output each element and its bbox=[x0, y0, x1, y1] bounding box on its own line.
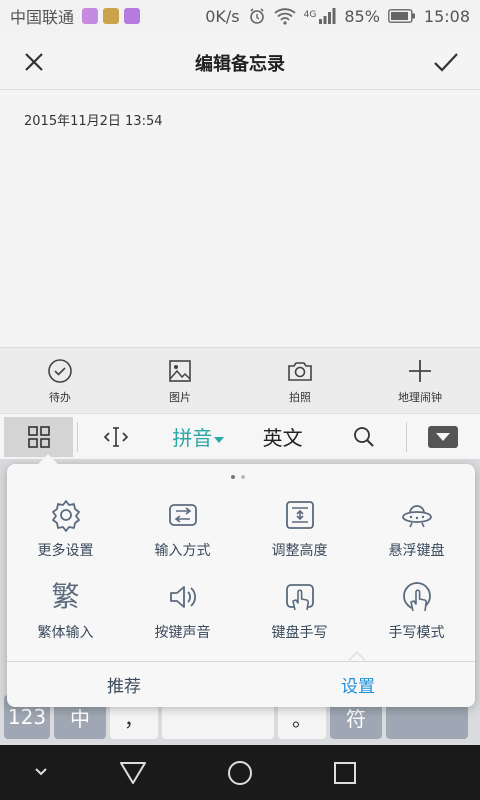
item-label: 输入方式 bbox=[154, 543, 211, 559]
signal-icon bbox=[319, 8, 336, 24]
handwriting-mode-icon bbox=[402, 582, 431, 612]
back-icon[interactable] bbox=[118, 760, 148, 786]
search-button[interactable] bbox=[322, 426, 405, 448]
pinyin-label: 拼音 bbox=[172, 426, 213, 450]
geo-alarm-button[interactable]: 地理闹钟 bbox=[360, 348, 480, 413]
input-method-button[interactable]: 输入方式 bbox=[124, 494, 241, 576]
plus-icon bbox=[409, 359, 431, 382]
ime-menu-button[interactable] bbox=[4, 416, 74, 457]
page-indicator bbox=[231, 475, 245, 479]
item-label: 键盘手写 bbox=[271, 625, 328, 641]
keyboard-handwriting-button[interactable]: 键盘手写 bbox=[241, 576, 358, 658]
tab-recommend[interactable]: 推荐 bbox=[7, 662, 241, 707]
recent-apps-icon[interactable] bbox=[332, 760, 358, 786]
grid-icon bbox=[27, 425, 50, 448]
item-label: 悬浮键盘 bbox=[388, 543, 445, 559]
ime-toolbar: 拼音 英文 bbox=[0, 413, 480, 459]
more-settings-button[interactable]: 更多设置 bbox=[7, 494, 124, 576]
pinyin-mode-button[interactable]: 拼音 bbox=[154, 422, 243, 451]
page-title: 编辑备忘录 bbox=[195, 54, 285, 75]
hide-nav-icon[interactable] bbox=[32, 760, 50, 784]
traditional-input-button[interactable]: 繁 繁体输入 bbox=[7, 576, 124, 658]
tab-settings[interactable]: 设置 bbox=[241, 662, 475, 707]
item-label: 更多设置 bbox=[37, 543, 94, 559]
photo-button[interactable]: 拍照 bbox=[240, 348, 360, 413]
alarm-icon bbox=[249, 8, 264, 24]
memo-date: 2015年11月2日 13:54 bbox=[24, 114, 163, 129]
page-dot-active bbox=[231, 475, 235, 479]
image-icon bbox=[169, 359, 191, 382]
panel-grid: 更多设置 输入方式 调整高度 悬浮键盘 繁 繁体输入 按键声音 键盘手写 手写模 bbox=[7, 494, 475, 658]
todo-label: 待办 bbox=[49, 390, 71, 404]
cursor-move-button[interactable] bbox=[78, 426, 153, 448]
network-speed: 0K/s bbox=[205, 6, 240, 26]
battery-percent: 85% bbox=[344, 6, 380, 26]
speaker-icon bbox=[169, 586, 196, 608]
battery-icon bbox=[387, 9, 415, 23]
item-label: 繁体输入 bbox=[37, 625, 94, 641]
image-label: 图片 bbox=[169, 390, 191, 404]
search-icon bbox=[354, 426, 374, 447]
dropdown-arrow-icon bbox=[214, 436, 225, 443]
photo-label: 拍照 bbox=[289, 390, 311, 404]
item-label: 调整高度 bbox=[271, 543, 328, 559]
input-method-icon bbox=[168, 504, 197, 526]
wifi-icon bbox=[274, 8, 296, 25]
home-icon[interactable] bbox=[226, 760, 254, 786]
ime-settings-panel: 更多设置 输入方式 调整高度 悬浮键盘 繁 繁体输入 按键声音 键盘手写 手写模 bbox=[7, 454, 475, 707]
carrier-name: 中国联通 bbox=[10, 8, 75, 27]
check-icon[interactable] bbox=[432, 48, 460, 76]
memo-editor[interactable]: 2015年11月2日 13:54 bbox=[0, 91, 480, 347]
geo-alarm-label: 地理闹钟 bbox=[398, 390, 442, 404]
todo-icon bbox=[48, 358, 72, 383]
page-dot bbox=[241, 475, 245, 479]
english-mode-button[interactable]: 英文 bbox=[243, 422, 322, 451]
handwriting-mode-button[interactable]: 手写模式 bbox=[358, 576, 475, 658]
item-label: 手写模式 bbox=[388, 625, 445, 641]
keyboard-handwriting-icon bbox=[285, 584, 314, 611]
key-sound-button[interactable]: 按键声音 bbox=[124, 576, 241, 658]
camera-icon bbox=[288, 361, 312, 381]
clock: 15:08 bbox=[423, 6, 470, 26]
navigation-bar bbox=[0, 745, 480, 800]
network-type: 4G bbox=[303, 9, 317, 20]
floating-keyboard-button[interactable]: 悬浮键盘 bbox=[358, 494, 475, 576]
hide-keyboard-button[interactable] bbox=[407, 425, 480, 448]
status-bar: 中国联通 0K/s 4G 85% 15:08 bbox=[0, 0, 480, 32]
cursor-icon bbox=[103, 426, 129, 447]
adjust-height-button[interactable]: 调整高度 bbox=[241, 494, 358, 576]
title-bar: 编辑备忘录 bbox=[0, 32, 480, 90]
gear-icon bbox=[51, 500, 80, 532]
image-button[interactable]: 图片 bbox=[120, 348, 240, 413]
panel-tabs: 推荐 设置 bbox=[7, 661, 475, 707]
notification-icon bbox=[82, 8, 99, 24]
adjust-height-icon bbox=[285, 501, 314, 529]
notification-icon bbox=[124, 8, 141, 24]
memo-toolbar: 待办 图片 拍照 地理闹钟 bbox=[0, 347, 480, 413]
collapse-keyboard-icon bbox=[428, 425, 459, 448]
item-label: 按键声音 bbox=[154, 625, 211, 641]
notification-icon bbox=[103, 8, 120, 24]
ufo-icon bbox=[401, 505, 432, 528]
todo-button[interactable]: 待办 bbox=[0, 348, 120, 413]
traditional-char-icon: 繁 bbox=[51, 580, 80, 613]
